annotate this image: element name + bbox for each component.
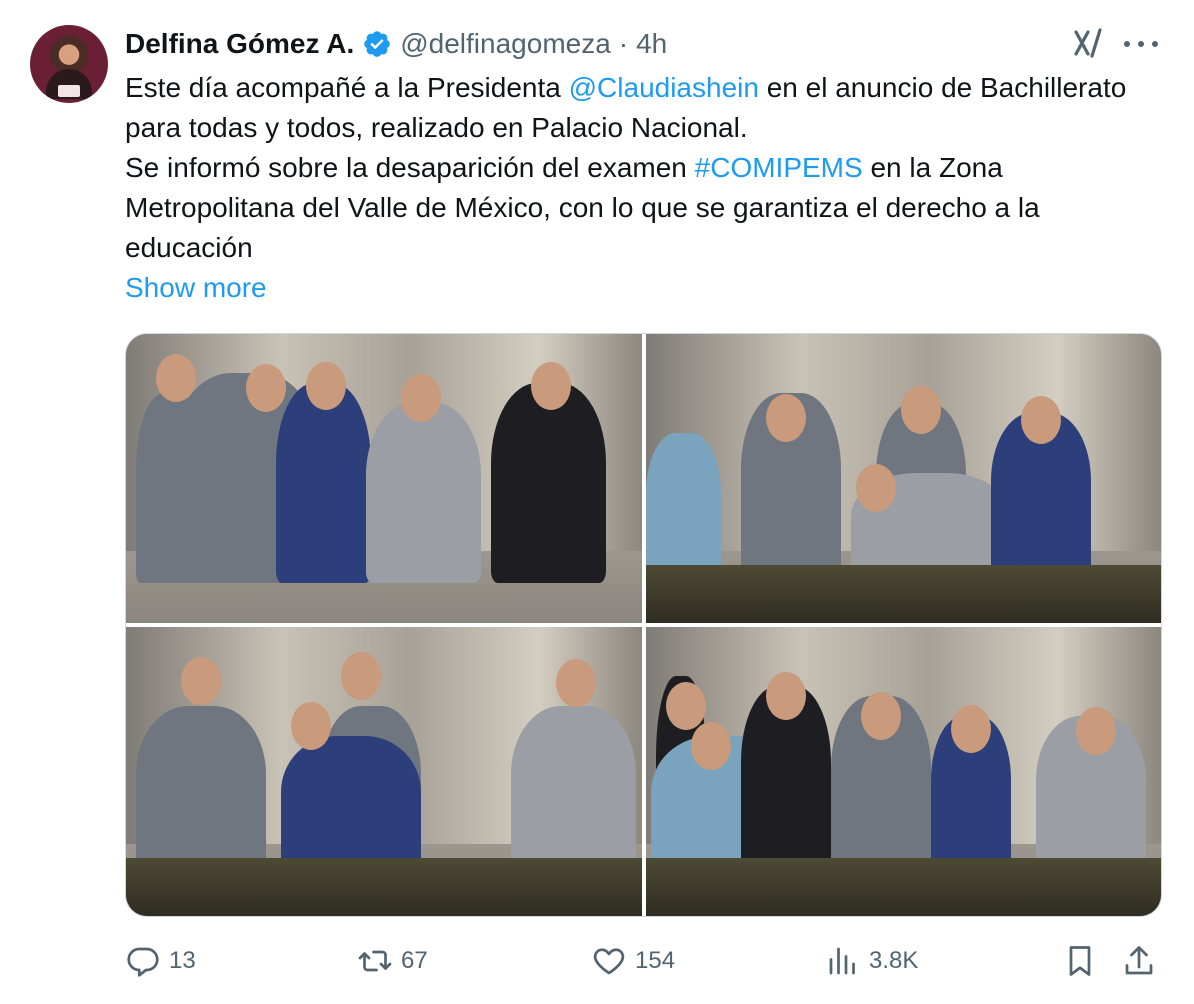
reply-button[interactable]: 13 [125,938,196,984]
more-dot [1138,41,1144,47]
like-count: 154 [635,947,676,974]
repost-icon [358,950,392,972]
separator: · [618,28,629,59]
photo-4[interactable] [645,627,1161,916]
action-bar: 13 67 154 3.8K [125,938,1160,984]
photo-figure-head [306,362,346,410]
handle[interactable]: @delfinagomeza [400,28,611,60]
share-button[interactable] [1121,938,1157,984]
photo-figure-head [690,722,731,770]
more-icon[interactable] [1124,34,1158,54]
photo-figure [281,735,421,876]
photo-figure-head [1075,707,1116,755]
photo-figure-head [900,386,941,434]
bookmark-icon [1069,946,1091,976]
photo-figure [276,382,371,583]
show-more-link[interactable]: Show more [125,268,267,308]
views-chart-icon [829,947,855,975]
photo-1[interactable] [126,334,642,623]
grok-icon[interactable] [1072,26,1106,60]
more-dot [1152,41,1158,47]
avatar[interactable] [30,25,108,103]
photo-figure [366,402,481,583]
repost-button[interactable]: 67 [357,938,428,984]
photo-figure-head [1020,396,1061,444]
media-grid [125,333,1162,917]
views-count: 3.8K [869,947,919,974]
photo-figure [645,432,721,583]
like-button[interactable]: 154 [591,938,675,984]
reply-icon [127,947,159,977]
photo-figure-head [531,362,571,410]
photo-figure-head [860,692,901,740]
tweet-card: Delfina Gómez A. @delfinagomeza · 4h Est… [0,0,1194,1004]
photo-figure-head [246,364,286,412]
photo-figure-head [765,672,806,720]
photo-figure-head [401,374,441,422]
tweet-paragraph-2: Se informó sobre la desaparición del exa… [125,148,1165,268]
photo-figure-head [341,652,381,700]
photo-table [645,565,1161,623]
photo-table [126,858,642,916]
views-button[interactable]: 3.8K [825,938,918,984]
timestamp[interactable]: 4h [636,28,667,60]
photo-figure [511,705,636,876]
photo-figure-head [665,682,706,730]
photo-figure [136,705,266,876]
photo-figure-head [556,659,596,707]
photo-table [645,858,1161,916]
tweet-header: Delfina Gómez A. @delfinagomeza · 4h [125,22,667,66]
tweet-text: Este día acompañé a la Presidenta @Claud… [125,68,1165,268]
photo-figure-head [950,705,991,753]
avatar-logo [58,85,80,97]
verified-badge-icon [364,31,391,57]
tweet-paragraph-1: Este día acompañé a la Presidenta @Claud… [125,68,1165,148]
photo-figure-head [291,702,331,750]
mention-link[interactable]: @Claudiashein [569,72,759,103]
more-dot [1124,41,1130,47]
hashtag-link[interactable]: #COMIPEMS [695,152,863,183]
bookmark-button[interactable] [1062,938,1098,984]
text-segment: Este día acompañé a la Presidenta [125,72,569,103]
photo-figure-head [855,464,896,512]
reply-count: 13 [169,947,196,974]
heart-icon [593,948,625,975]
photo-figure-head [765,394,806,442]
display-name[interactable]: Delfina Gómez A. [125,28,354,60]
photo-3[interactable] [126,627,642,916]
photo-figure-head [181,657,221,705]
photo-2[interactable] [645,334,1161,623]
repost-count: 67 [401,947,428,974]
photo-figure [491,382,606,583]
text-segment: Se informó sobre la desaparición del exa… [125,152,695,183]
share-icon [1125,946,1153,975]
